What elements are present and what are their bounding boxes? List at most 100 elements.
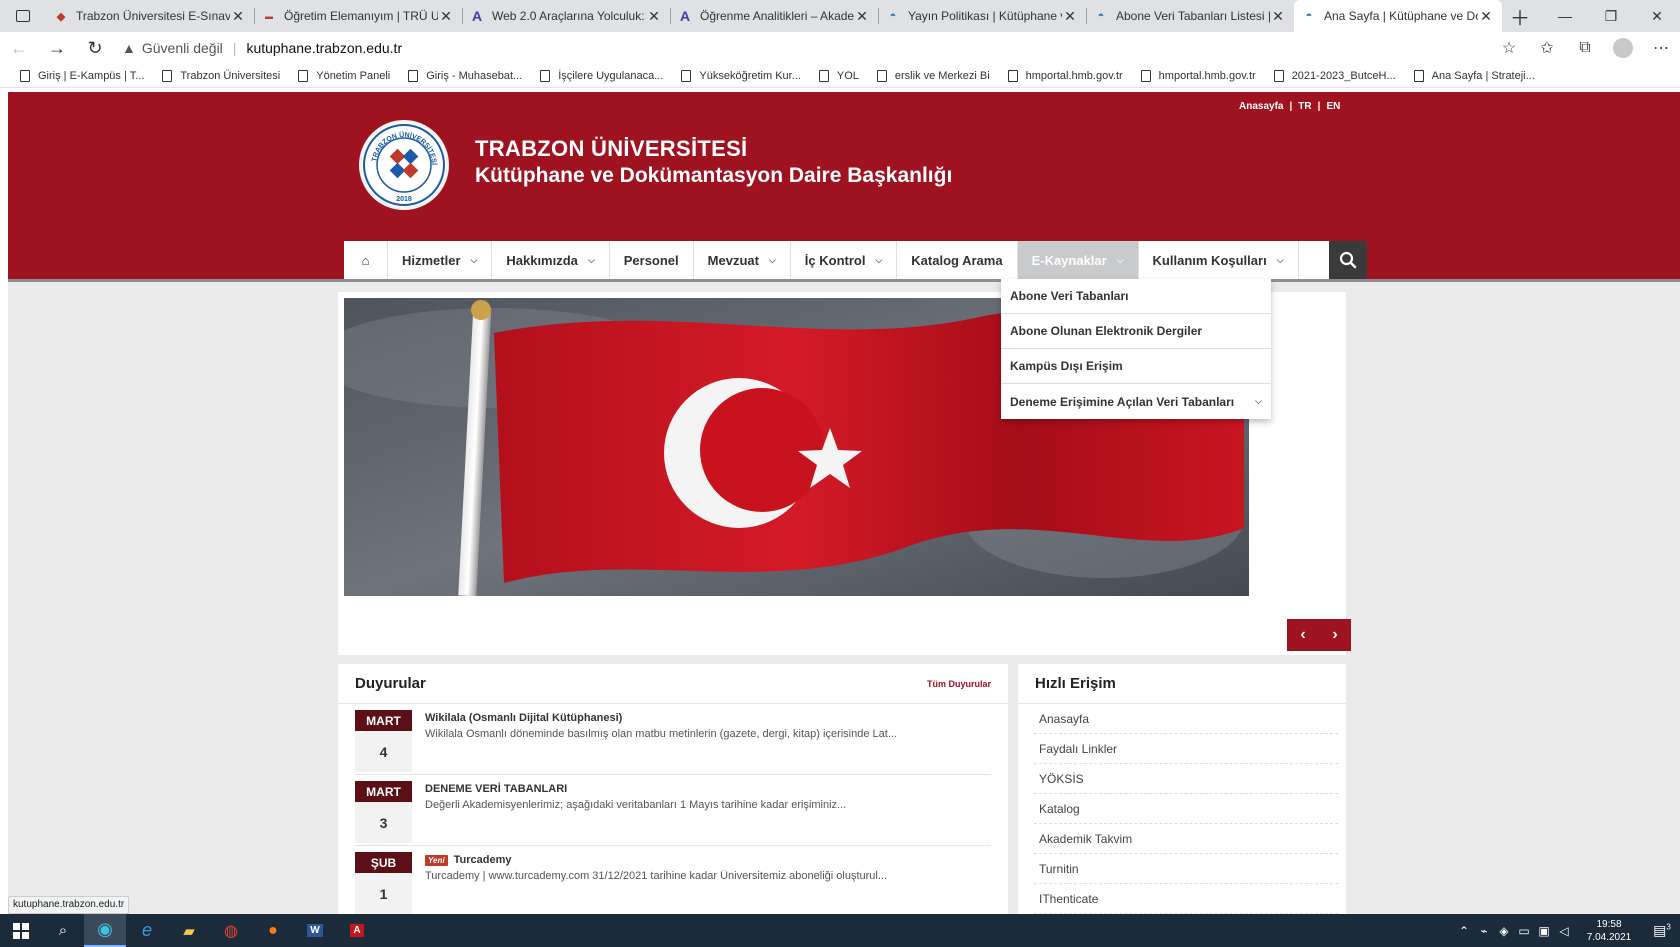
quick-link[interactable]: Akademik Takvim <box>1034 824 1338 854</box>
announcement-item[interactable]: ŞUB 1 Yeni Turcademy Turcademy | www.turc… <box>355 846 991 914</box>
network-icon[interactable]: ⌁ <box>1474 924 1494 938</box>
bookmark-item[interactable]: YOL <box>818 69 859 82</box>
bookmark-item[interactable]: Trabzon Üniversitesi <box>162 69 280 82</box>
more-options-icon[interactable]: ⋯ <box>1642 32 1680 64</box>
start-button[interactable] <box>0 914 42 947</box>
bookmark-item[interactable]: hmportal.hmb.gov.tr <box>1007 69 1123 82</box>
defender-icon[interactable]: ◈ <box>1494 924 1514 938</box>
favorites-icon[interactable]: ✩ <box>1528 32 1566 64</box>
nav-item-personel[interactable]: Personel <box>610 241 694 279</box>
reload-button[interactable]: ↻ <box>76 32 114 64</box>
restore-icon[interactable]: ❐ <box>1588 0 1634 32</box>
browser-tab-active[interactable]: ◓ Ana Sayfa | Kütüphane ve Dokür ✕ <box>1294 0 1502 32</box>
site-title[interactable]: TRABZON ÜNİVERSİTESİ Kütüphane ve Doküma… <box>475 136 952 188</box>
ie-taskbar-button[interactable]: e <box>126 914 168 947</box>
quick-link[interactable]: Turnitin <box>1034 854 1338 884</box>
browser-tab[interactable]: A Öğrenme Analitikleri – Akademi ✕ <box>670 0 878 32</box>
close-window-icon[interactable]: ✕ <box>1634 0 1680 32</box>
close-tab-icon[interactable]: ✕ <box>854 8 870 25</box>
word-taskbar-button[interactable]: W <box>294 914 336 947</box>
announcement-title[interactable]: DENEME VERİ TABANLARI <box>425 783 985 795</box>
new-tab-button[interactable]: ＋ <box>1502 0 1538 32</box>
collections-icon[interactable]: ⧉ <box>1566 32 1604 64</box>
edge-taskbar-button[interactable]: ◉ <box>84 914 126 947</box>
announcement-title[interactable]: Yeni Turcademy <box>425 854 985 866</box>
lang-en-link[interactable]: EN <box>1326 101 1340 112</box>
close-tab-icon[interactable]: ✕ <box>1478 8 1494 25</box>
announcement-item[interactable]: MART 3 DENEME VERİ TABANLARI Değerli Aka… <box>355 775 991 846</box>
dropdown-item[interactable]: Kampüs Dışı Erişim <box>1001 349 1271 384</box>
quick-link[interactable]: Anasayfa <box>1034 704 1338 734</box>
chevron-left-icon: ‹ <box>1300 626 1306 643</box>
search-button[interactable]: ⌕ <box>42 914 84 947</box>
chrome-icon: ◍ <box>224 922 238 940</box>
browser-tab[interactable]: ◓ Abone Veri Tabanları Listesi | Küt ✕ <box>1086 0 1294 32</box>
acrobat-taskbar-button[interactable]: A <box>336 914 378 947</box>
security-label[interactable]: Güvenli değil <box>142 40 223 56</box>
url-input[interactable]: ▲ Güvenli değil | kutuphane.trabzon.edu.… <box>114 34 1444 62</box>
bookmark-item[interactable]: hmportal.hmb.gov.tr <box>1140 69 1256 82</box>
bookmark-item[interactable]: Giriş - Muhasebat... <box>408 69 522 82</box>
quick-link[interactable]: YÖKSİS <box>1034 764 1338 794</box>
nav-item-mevzuat[interactable]: Mevzuat ⌵ <box>694 241 791 279</box>
nav-home-button[interactable]: ⌂ <box>344 241 388 279</box>
clock[interactable]: 19:58 7.04.2021 <box>1574 918 1644 944</box>
browser-tab[interactable]: A Web 2.0 Araçlarına Yolculuk: Eğit ✕ <box>462 0 670 32</box>
chrome-taskbar-button[interactable]: ◍ <box>210 914 252 947</box>
close-tab-icon[interactable]: ✕ <box>438 8 454 25</box>
dropdown-item[interactable]: Abone Olunan Elektronik Dergiler <box>1001 314 1271 349</box>
browser-tab[interactable]: ◓ Yayın Politikası | Kütüphane ve D ✕ <box>878 0 1086 32</box>
dropdown-item[interactable]: Deneme Erişimine Açılan Veri Tabanları ⌵ <box>1001 384 1271 419</box>
tab-title: Öğretim Elemanıyım | TRÜ UZAK <box>284 9 438 23</box>
announcement-title[interactable]: Wikilala (Osmanlı Dijital Kütüphanesi) <box>425 712 985 724</box>
bookmark-item[interactable]: Giriş | E-Kampüs | T... <box>20 69 144 82</box>
quick-link[interactable]: Katalog <box>1034 794 1338 824</box>
browser-tab[interactable]: ▬ Öğretim Elemanıyım | TRÜ UZAK ✕ <box>254 0 462 32</box>
bookmark-item[interactable]: 2021-2023_ButceH... <box>1273 69 1396 82</box>
dropdown-item[interactable]: Abone Veri Tabanları <box>1001 279 1271 314</box>
search-button[interactable] <box>1328 241 1367 279</box>
back-button[interactable]: ← <box>0 32 38 64</box>
bookmark-item[interactable]: İşçilere Uygulanaca... <box>540 69 663 82</box>
browser-tab[interactable]: ◆ Trabzon Üniversitesi E-Sınav Plat ✕ <box>46 0 254 32</box>
minimize-icon[interactable]: — <box>1542 0 1588 32</box>
firefox-taskbar-button[interactable]: ● <box>252 914 294 947</box>
all-announcements-link[interactable]: Tüm Duyurular <box>927 679 991 689</box>
close-tab-icon[interactable]: ✕ <box>1062 8 1078 25</box>
bookmark-item[interactable]: Yönetim Paneli <box>298 69 390 82</box>
display-icon[interactable]: ▣ <box>1534 924 1554 938</box>
bookmark-item[interactable]: Ana Sayfa | Strateji... <box>1413 69 1535 82</box>
nav-item-e-kaynaklar[interactable]: E-Kaynaklar ⌵ <box>1017 241 1139 279</box>
usb-icon[interactable]: ▭ <box>1514 924 1534 938</box>
close-tab-icon[interactable]: ✕ <box>646 8 662 25</box>
close-tab-icon[interactable]: ✕ <box>1270 8 1286 25</box>
lang-tr-link[interactable]: TR <box>1298 101 1311 112</box>
nav-item-ic-kontrol[interactable]: İç Kontrol ⌵ <box>791 241 898 279</box>
close-tab-icon[interactable]: ✕ <box>230 8 246 25</box>
announcement-item[interactable]: MART 4 Wikilala (Osmanlı Dijital Kütüpha… <box>355 704 991 775</box>
quick-link[interactable]: IThenticate <box>1034 884 1338 914</box>
nav-item-hizmetler[interactable]: Hizmetler ⌵ <box>388 241 493 279</box>
slider-prev-button[interactable]: ‹ <box>1287 619 1319 651</box>
tab-actions-button[interactable] <box>0 0 46 32</box>
notifications-button[interactable]: ▤3 <box>1644 922 1680 939</box>
nav-item-hakkimizda[interactable]: Hakkımızda ⌵ <box>492 241 610 279</box>
url-text[interactable]: kutuphane.trabzon.edu.tr <box>246 40 402 56</box>
bookmark-item[interactable]: Yükseköğretim Kur... <box>681 69 801 82</box>
nav-item-kullanim-kosullari[interactable]: Kullanım Koşulları ⌵ <box>1139 241 1299 279</box>
home-link[interactable]: Anasayfa <box>1239 101 1283 112</box>
add-favorite-icon[interactable]: ☆ <box>1490 32 1528 64</box>
forward-button[interactable]: → <box>38 32 76 64</box>
chevron-up-icon[interactable]: ⌃ <box>1454 924 1474 938</box>
explorer-taskbar-button[interactable]: ▰ <box>168 914 210 947</box>
volume-icon[interactable]: ◁ <box>1554 924 1574 938</box>
nav-item-katalog-arama[interactable]: Katalog Arama <box>897 241 1018 279</box>
university-logo[interactable]: TRABZON ÜNİVERSİTESİ 2018 <box>359 120 449 210</box>
chevron-right-icon: › <box>1332 626 1338 643</box>
slider-next-button[interactable]: › <box>1319 619 1351 651</box>
site-header: TRABZON ÜNİVERSİTESİ 2018 TRABZON ÜNİVER… <box>8 92 1680 282</box>
warning-icon[interactable]: ▲ <box>122 40 136 56</box>
profile-button[interactable] <box>1604 32 1642 64</box>
bookmark-item[interactable]: erslik ve Merkezi Bi <box>876 69 990 82</box>
quick-link[interactable]: Faydalı Linkler <box>1034 734 1338 764</box>
